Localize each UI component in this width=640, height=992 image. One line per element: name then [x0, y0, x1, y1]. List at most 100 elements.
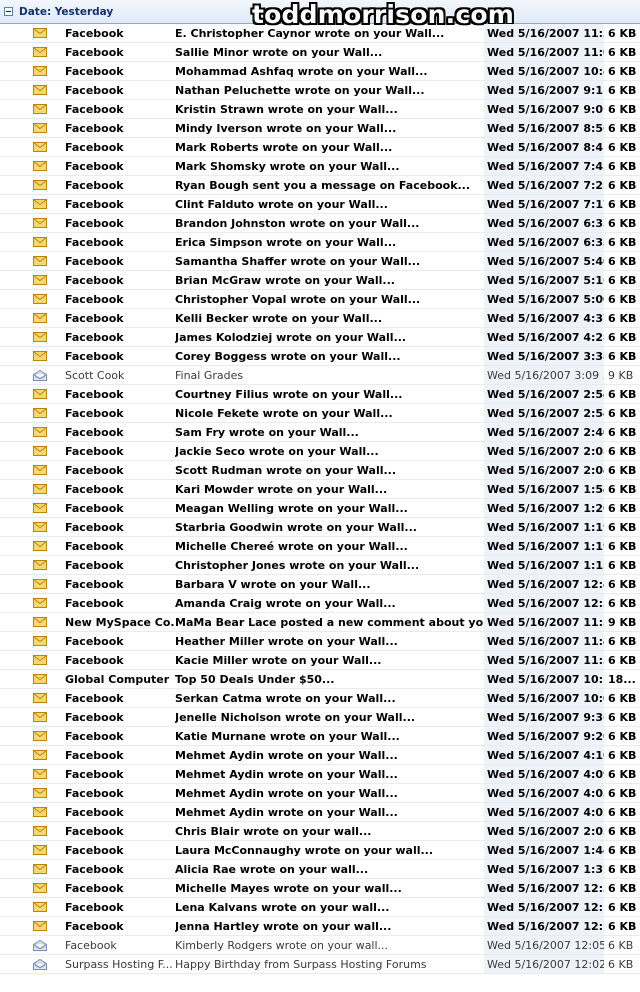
message-row[interactable]: Facebook Jackie Seco wrote on your Wall..…: [0, 442, 640, 461]
message-row[interactable]: Facebook Sam Fry wrote on your Wall... Wed…: [0, 423, 640, 442]
message-row[interactable]: Facebook Michelle Chereé wrote on your Wa…: [0, 537, 640, 556]
message-from: Facebook: [65, 254, 124, 268]
message-received: Wed 5/16/2007 2:05 ...: [484, 822, 604, 840]
message-row[interactable]: Facebook Kimberly Rodgers wrote on your w…: [0, 936, 640, 955]
envelope-open-icon: [0, 369, 63, 381]
message-from: Facebook: [65, 463, 124, 477]
message-received: Wed 5/16/2007 12:3...: [484, 879, 604, 897]
message-received: Wed 5/16/2007 2:08 ...: [484, 442, 604, 460]
message-row[interactable]: Facebook Michelle Mayes wrote on your wal…: [0, 879, 640, 898]
message-row[interactable]: Facebook Christopher Jones wrote on your …: [0, 556, 640, 575]
message-row[interactable]: Facebook Katie Murnane wrote on your Wall…: [0, 727, 640, 746]
message-received: Wed 5/16/2007 4:37 ...: [484, 309, 604, 327]
message-row[interactable]: Facebook Mohammad Ashfaq wrote on your Wa…: [0, 62, 640, 81]
message-row[interactable]: Facebook Mehmet Aydin wrote on your Wall.…: [0, 746, 640, 765]
message-row[interactable]: Facebook Jenelle Nicholson wrote on your …: [0, 708, 640, 727]
message-subject: Christopher Jones wrote on your Wall...: [175, 558, 420, 572]
message-received: Wed 5/16/2007 5:16 ...: [484, 271, 604, 289]
message-row[interactable]: Facebook Mark Roberts wrote on your Wall.…: [0, 138, 640, 157]
message-from: Facebook: [65, 140, 124, 154]
message-row[interactable]: Facebook Courtney Filius wrote on your Wa…: [0, 385, 640, 404]
message-subject: Sam Fry wrote on your Wall...: [175, 425, 359, 439]
message-row[interactable]: Facebook Mindy Iverson wrote on your Wall…: [0, 119, 640, 138]
message-row[interactable]: Facebook Kelli Becker wrote on your Wall.…: [0, 309, 640, 328]
message-row[interactable]: Facebook Kristin Strawn wrote on your Wal…: [0, 100, 640, 119]
message-row[interactable]: Facebook Lena Kalvans wrote on your wall.…: [0, 898, 640, 917]
message-row[interactable]: Facebook Amanda Craig wrote on your Wall.…: [0, 594, 640, 613]
message-row[interactable]: New MySpace Co... MaMa Bear Lace posted a…: [0, 613, 640, 632]
envelope-closed-icon: [0, 313, 63, 323]
envelope-closed-icon: [0, 655, 63, 665]
message-subject: Mohammad Ashfaq wrote on your Wall...: [175, 64, 428, 78]
message-row[interactable]: Facebook James Kolodziej wrote on your Wa…: [0, 328, 640, 347]
envelope-closed-icon: [0, 66, 63, 76]
message-row[interactable]: Facebook Brandon Johnston wrote on your W…: [0, 214, 640, 233]
message-from: New MySpace Co...: [65, 615, 175, 629]
message-received: Wed 5/16/2007 4:28 ...: [484, 328, 604, 346]
message-received: Wed 5/16/2007 1:54 ...: [484, 480, 604, 498]
message-subject: Scott Rudman wrote on your Wall...: [175, 463, 397, 477]
message-subject: Mehmet Aydin wrote on your Wall...: [175, 767, 398, 781]
message-subject: Kristin Strawn wrote on your Wall...: [175, 102, 398, 116]
message-row[interactable]: Facebook Meagan Welling wrote on your Wal…: [0, 499, 640, 518]
message-row[interactable]: Facebook Jenna Hartley wrote on your wall…: [0, 917, 640, 936]
message-from: Facebook: [65, 824, 124, 838]
message-row[interactable]: Facebook Chris Blair wrote on your wall..…: [0, 822, 640, 841]
envelope-closed-icon: [0, 85, 63, 95]
message-row[interactable]: Global Computer Top 50 Deals Under $50...…: [0, 670, 640, 689]
message-row[interactable]: Facebook Barbara V wrote on your Wall... W…: [0, 575, 640, 594]
message-row[interactable]: Facebook Brian McGraw wrote on your Wall.…: [0, 271, 640, 290]
message-row[interactable]: Facebook Ryan Bough sent you a message on…: [0, 176, 640, 195]
message-received: Wed 5/16/2007 9:11 ...: [484, 81, 604, 99]
message-row[interactable]: Scott Cook Final Grades Wed 5/16/2007 3:09…: [0, 366, 640, 385]
message-subject: Kimberly Rodgers wrote on your wall...: [175, 938, 389, 952]
message-subject: Sallie Minor wrote on your Wall...: [175, 45, 383, 59]
message-size: 6 KB: [608, 957, 634, 971]
message-row[interactable]: Facebook Serkan Catma wrote on your Wall.…: [0, 689, 640, 708]
message-received: Wed 5/16/2007 6:33 ...: [484, 233, 604, 251]
message-row[interactable]: Facebook Corey Boggess wrote on your Wall…: [0, 347, 640, 366]
message-subject: Alicia Rae wrote on your wall...: [175, 862, 369, 876]
message-row[interactable]: Facebook Scott Rudman wrote on your Wall.…: [0, 461, 640, 480]
message-received: Wed 5/16/2007 8:56 ...: [484, 119, 604, 137]
message-size: 6 KB: [608, 406, 637, 420]
message-subject: Laura McConnaughy wrote on your wall...: [175, 843, 434, 857]
message-row[interactable]: Surpass Hosting F... Happy Birthday from …: [0, 955, 640, 974]
message-received: Wed 5/16/2007 1:15 ...: [484, 556, 604, 574]
message-row[interactable]: Facebook Sallie Minor wrote on your Wall.…: [0, 43, 640, 62]
message-row[interactable]: Facebook Alicia Rae wrote on your wall...…: [0, 860, 640, 879]
message-row[interactable]: Facebook Heather Miller wrote on your Wal…: [0, 632, 640, 651]
envelope-closed-icon: [0, 826, 63, 836]
message-size: 6 KB: [608, 102, 637, 116]
message-received: Wed 5/16/2007 6:35 ...: [484, 214, 604, 232]
message-row[interactable]: Facebook Nicole Fekete wrote on your Wall…: [0, 404, 640, 423]
message-row[interactable]: Facebook Kari Mowder wrote on your Wall..…: [0, 480, 640, 499]
message-subject: Courtney Filius wrote on your Wall...: [175, 387, 403, 401]
message-row[interactable]: Facebook Christopher Vopal wrote on your …: [0, 290, 640, 309]
message-subject: Starbria Goodwin wrote on your Wall...: [175, 520, 417, 534]
message-row[interactable]: Facebook Mehmet Aydin wrote on your Wall.…: [0, 803, 640, 822]
message-subject: Nathan Peluchette wrote on your Wall...: [175, 83, 425, 97]
message-row[interactable]: Facebook Mehmet Aydin wrote on your Wall.…: [0, 765, 640, 784]
message-row[interactable]: Facebook Kacie Miller wrote on your Wall.…: [0, 651, 640, 670]
message-row[interactable]: Facebook Erica Simpson wrote on your Wall…: [0, 233, 640, 252]
collapse-toggle-icon[interactable]: [4, 7, 13, 16]
message-from: Facebook: [65, 64, 124, 78]
message-row[interactable]: Facebook E. Christopher Caynor wrote on y…: [0, 24, 640, 43]
message-list: Facebook E. Christopher Caynor wrote on y…: [0, 24, 640, 974]
message-subject: Mehmet Aydin wrote on your Wall...: [175, 786, 398, 800]
message-received: Wed 5/16/2007 11:3...: [484, 651, 604, 669]
message-row[interactable]: Facebook Samantha Shaffer wrote on your W…: [0, 252, 640, 271]
message-row[interactable]: Facebook Mark Shomsky wrote on your Wall.…: [0, 157, 640, 176]
message-row[interactable]: Facebook Clint Falduto wrote on your Wall…: [0, 195, 640, 214]
message-row[interactable]: Facebook Nathan Peluchette wrote on your …: [0, 81, 640, 100]
message-row[interactable]: Facebook Laura McConnaughy wrote on your …: [0, 841, 640, 860]
message-size: 6 KB: [608, 482, 637, 496]
message-row[interactable]: Facebook Mehmet Aydin wrote on your Wall.…: [0, 784, 640, 803]
message-from: Facebook: [65, 710, 124, 724]
message-received: Wed 5/16/2007 12:1...: [484, 898, 604, 916]
group-header-yesterday[interactable]: Date: Yesterday toddmorrison.com: [0, 0, 640, 29]
message-row[interactable]: Facebook Starbria Goodwin wrote on your W…: [0, 518, 640, 537]
message-subject: Christopher Vopal wrote on your Wall...: [175, 292, 421, 306]
message-received: Wed 5/16/2007 4:10 ...: [484, 746, 604, 764]
